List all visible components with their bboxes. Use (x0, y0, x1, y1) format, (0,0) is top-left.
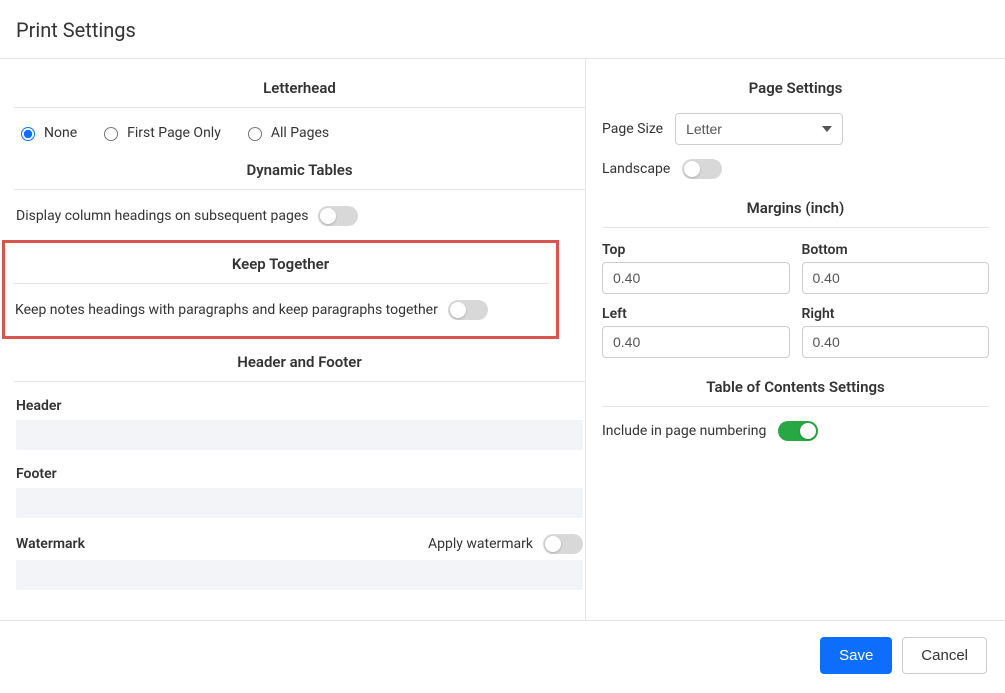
letterhead-all[interactable]: All Pages (243, 124, 329, 141)
header-input[interactable] (16, 420, 583, 450)
keep-together-title: Keep Together (13, 249, 548, 284)
toc-include-row: Include in page numbering (602, 421, 989, 441)
display-headings-toggle[interactable] (318, 206, 358, 226)
page-size-select[interactable]: Letter (675, 113, 843, 145)
header-label: Header (16, 398, 583, 414)
display-headings-row: Display column headings on subsequent pa… (14, 200, 585, 240)
left-column: Letterhead None First Page Only All Page… (0, 59, 585, 620)
toc-include-label: Include in page numbering (602, 423, 766, 439)
header-footer-title: Header and Footer (14, 347, 585, 382)
page-size-label: Page Size (602, 121, 663, 137)
margins-grid: Top Bottom Left Right (602, 242, 989, 358)
letterhead-first-label: First Page Only (127, 125, 221, 141)
watermark-input[interactable] (16, 560, 583, 590)
letterhead-first[interactable]: First Page Only (99, 124, 221, 141)
margin-bottom-label: Bottom (802, 242, 990, 258)
margin-left-input[interactable] (602, 326, 790, 358)
page-settings-title: Page Settings (602, 73, 989, 107)
apply-watermark-toggle[interactable] (543, 534, 583, 554)
watermark-row: Watermark Apply watermark (14, 528, 585, 560)
letterhead-none-radio[interactable] (21, 127, 35, 141)
margin-left-label: Left (602, 306, 790, 322)
letterhead-all-radio[interactable] (248, 127, 262, 141)
margin-left-field: Left (602, 306, 790, 358)
letterhead-title: Letterhead (14, 73, 585, 108)
margin-bottom-field: Bottom (802, 242, 990, 294)
footer-bar: Save Cancel (0, 621, 1005, 690)
margin-top-input[interactable] (602, 262, 790, 294)
margins-title: Margins (inch) (602, 193, 989, 228)
letterhead-none-label: None (44, 125, 77, 141)
letterhead-first-radio[interactable] (104, 127, 118, 141)
page-title: Print Settings (0, 0, 1005, 58)
watermark-field (14, 560, 585, 600)
keep-together-toggle[interactable] (448, 300, 488, 320)
right-column: Page Settings Page Size Letter Landscape… (585, 59, 1005, 620)
landscape-row: Landscape (602, 159, 989, 179)
margin-right-field: Right (802, 306, 990, 358)
main-area: Letterhead None First Page Only All Page… (0, 59, 1005, 620)
dynamic-tables-title: Dynamic Tables (14, 155, 585, 190)
apply-watermark-label: Apply watermark (428, 536, 533, 552)
margin-right-input[interactable] (802, 326, 990, 358)
header-field: Header (14, 392, 585, 460)
landscape-label: Landscape (602, 161, 670, 177)
footer-label: Footer (16, 466, 583, 482)
footer-input[interactable] (16, 488, 583, 518)
page-size-row: Page Size Letter (602, 113, 989, 145)
margin-right-label: Right (802, 306, 990, 322)
footer-field: Footer (14, 460, 585, 528)
save-button[interactable]: Save (820, 637, 892, 674)
display-headings-label: Display column headings on subsequent pa… (16, 208, 308, 224)
letterhead-all-label: All Pages (271, 125, 329, 141)
landscape-toggle[interactable] (682, 159, 722, 179)
keep-together-highlight: Keep Together Keep notes headings with p… (2, 240, 559, 339)
margin-bottom-input[interactable] (802, 262, 990, 294)
letterhead-options: None First Page Only All Pages (14, 118, 585, 155)
keep-together-label: Keep notes headings with paragraphs and … (15, 302, 438, 318)
toc-include-toggle[interactable] (778, 421, 818, 441)
toc-title: Table of Contents Settings (602, 372, 989, 407)
margin-top-field: Top (602, 242, 790, 294)
margin-top-label: Top (602, 242, 790, 258)
letterhead-none[interactable]: None (16, 124, 77, 141)
keep-together-row: Keep notes headings with paragraphs and … (13, 294, 548, 334)
cancel-button[interactable]: Cancel (902, 637, 987, 674)
watermark-label: Watermark (16, 536, 85, 552)
